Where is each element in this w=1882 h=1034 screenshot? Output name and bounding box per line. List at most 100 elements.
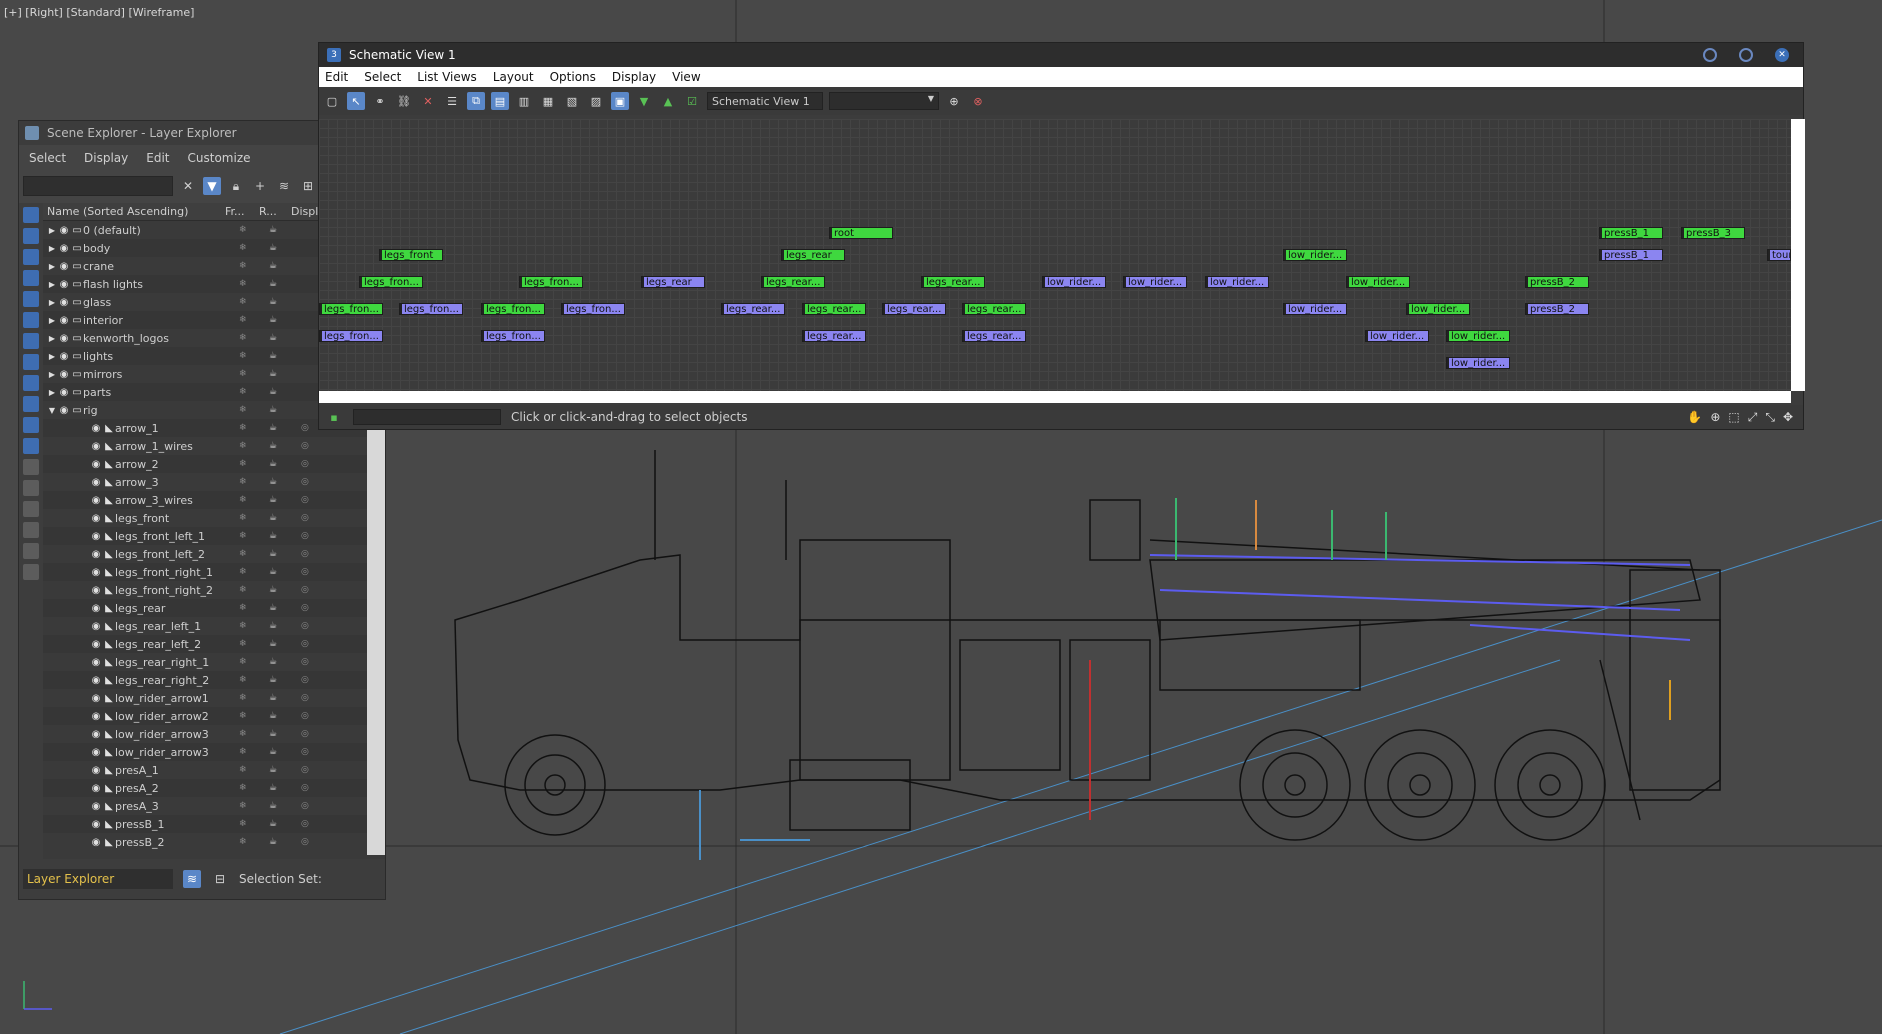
render-icon[interactable]: ☕ (269, 837, 277, 847)
render-icon[interactable]: ☕ (269, 765, 277, 775)
layer-row[interactable]: ◉ ◣ low_rider_arrow3 ❄ ☕ ◎ (43, 743, 385, 761)
pan-icon[interactable]: ✋ (1687, 410, 1702, 425)
render-icon[interactable]: ☕ (269, 801, 277, 811)
eye-icon[interactable]: ◉ (89, 459, 103, 470)
freeze-icon[interactable]: ❄ (239, 801, 247, 811)
expand-arrow-icon[interactable]: ▶ (47, 244, 57, 253)
schematic-node[interactable]: pressB_2 (1525, 276, 1589, 288)
freeze-icon[interactable]: ❄ (239, 675, 247, 685)
display-icon[interactable]: ◎ (301, 585, 309, 595)
layer-row[interactable]: ◉ ◣ arrow_3_wires ❄ ☕ ◎ (43, 491, 385, 509)
render-icon[interactable]: ☕ (269, 531, 277, 541)
eye-icon[interactable]: ◉ (57, 405, 71, 416)
freeze-icon[interactable]: ❄ (239, 333, 247, 343)
display-icon[interactable]: ◎ (301, 621, 309, 631)
sync-selection-icon[interactable]: ☑ (683, 92, 701, 110)
render-icon[interactable]: ☕ (269, 279, 277, 289)
eye-icon[interactable]: ◉ (89, 693, 103, 704)
display-icon[interactable]: ◎ (301, 801, 309, 811)
zoom-extents-icon[interactable]: ⤢ (1748, 410, 1758, 425)
render-icon[interactable]: ☕ (269, 459, 277, 469)
schematic-node[interactable]: low_rider... (1406, 303, 1470, 315)
freeze-icon[interactable]: ❄ (239, 297, 247, 307)
render-icon[interactable]: ☕ (269, 585, 277, 595)
render-icon[interactable]: ☕ (269, 783, 277, 793)
add-layer-icon[interactable]: + (251, 177, 269, 195)
freeze-icon[interactable]: ❄ (239, 477, 247, 487)
eye-icon[interactable]: ◉ (89, 567, 103, 578)
eye-icon[interactable]: ◉ (89, 711, 103, 722)
schematic-node[interactable]: legs_rear... (882, 303, 946, 315)
freeze-icon[interactable]: ❄ (239, 279, 247, 289)
freeze-icon[interactable]: ❄ (239, 819, 247, 829)
freeze-icon[interactable]: ❄ (239, 837, 247, 847)
expand-arrow-icon[interactable]: ▶ (47, 388, 57, 397)
schematic-node[interactable]: low_rider... (1283, 303, 1347, 315)
display-icon[interactable]: ◎ (301, 765, 309, 775)
eye-icon[interactable]: ◉ (89, 747, 103, 758)
freeze-icon[interactable]: ❄ (239, 495, 247, 505)
column-renderable[interactable]: R... (255, 205, 287, 218)
display-icon[interactable]: ◎ (301, 657, 309, 667)
menu-options[interactable]: Options (550, 70, 596, 84)
eye-icon[interactable]: ◉ (57, 351, 71, 362)
render-icon[interactable]: ☕ (269, 819, 277, 829)
cameras-filter-icon[interactable] (23, 270, 39, 286)
menu-list-views[interactable]: List Views (417, 70, 477, 84)
layer-row[interactable]: ◉ ◣ low_rider_arrow3 ❄ ☕ ◎ (43, 725, 385, 743)
freeze-icon[interactable]: ❄ (239, 315, 247, 325)
menu-select[interactable]: Select (364, 70, 401, 84)
eye-icon[interactable]: ◉ (57, 387, 71, 398)
zoom-region-icon[interactable]: ⬚ (1728, 410, 1739, 425)
display-icon[interactable]: ◎ (301, 729, 309, 739)
close-icon[interactable]: ✕ (1775, 48, 1789, 62)
display-icon[interactable]: ◎ (301, 531, 309, 541)
layer-row[interactable]: ◉ ◣ presA_1 ❄ ☕ ◎ (43, 761, 385, 779)
layer-row[interactable]: ◉ ◣ presA_3 ❄ ☕ ◎ (43, 797, 385, 815)
render-icon[interactable]: ☕ (269, 477, 277, 487)
eye-icon[interactable]: ◉ (89, 837, 103, 848)
render-icon[interactable]: ☕ (269, 693, 277, 703)
eye-icon[interactable]: ◉ (89, 621, 103, 632)
eye-icon[interactable]: ◉ (89, 729, 103, 740)
render-icon[interactable]: ☕ (269, 441, 277, 451)
vertical-scrollbar[interactable] (1791, 119, 1805, 391)
eye-icon[interactable]: ◉ (89, 441, 103, 452)
schematic-node[interactable]: legs_rear... (962, 303, 1026, 315)
schematic-node[interactable]: low_rider... (1365, 330, 1429, 342)
render-icon[interactable]: ☕ (269, 315, 277, 325)
render-icon[interactable]: ☕ (269, 621, 277, 631)
schematic-node[interactable]: pressB_1 (1599, 227, 1663, 239)
expand-arrow-icon[interactable]: ▶ (47, 352, 57, 361)
render-icon[interactable]: ☕ (269, 405, 277, 415)
move-children-icon[interactable]: ▼ (635, 92, 653, 110)
layer-row[interactable]: ◉ ◣ legs_rear_right_1 ❄ ☕ ◎ (43, 653, 385, 671)
layer-row[interactable]: ◉ ◣ legs_front_right_2 ❄ ☕ ◎ (43, 581, 385, 599)
schematic-node[interactable]: legs_fron... (561, 303, 625, 315)
schematic-node[interactable]: legs_rear (781, 249, 845, 261)
render-icon[interactable]: ☕ (269, 549, 277, 559)
schematic-node[interactable]: legs_rear... (921, 276, 985, 288)
layer-row[interactable]: ◉ ◣ legs_front_right_1 ❄ ☕ ◎ (43, 563, 385, 581)
schematic-node[interactable]: low_rider... (1346, 276, 1410, 288)
layer-row[interactable]: ◉ ◣ presA_2 ❄ ☕ ◎ (43, 779, 385, 797)
layer-row[interactable]: ◉ ◣ legs_rear ❄ ☕ ◎ (43, 599, 385, 617)
delete-icon[interactable]: ✕ (419, 92, 437, 110)
references-mode-icon[interactable]: ⧉ (467, 92, 485, 110)
render-icon[interactable]: ☕ (269, 513, 277, 523)
display-icon[interactable]: ◎ (301, 837, 309, 847)
schematic-views-dropdown[interactable]: ▼ (829, 92, 939, 110)
display-floater-icon[interactable]: ▢ (323, 92, 341, 110)
display-icon[interactable]: ◎ (301, 819, 309, 829)
layer-row[interactable]: ◉ ◣ arrow_3 ❄ ☕ ◎ (43, 473, 385, 491)
schematic-node[interactable]: legs_rear... (802, 303, 866, 315)
connect-icon[interactable]: ⚭ (371, 92, 389, 110)
eye-icon[interactable]: ◉ (57, 225, 71, 236)
render-icon[interactable]: ☕ (269, 225, 277, 235)
freeze-icon[interactable]: ❄ (239, 531, 247, 541)
render-icon[interactable]: ☕ (269, 711, 277, 721)
horizontal-scrollbar[interactable] (319, 391, 1791, 403)
render-icon[interactable]: ☕ (269, 333, 277, 343)
schematic-node[interactable]: legs_rear... (962, 330, 1026, 342)
freeze-icon[interactable]: ❄ (239, 765, 247, 775)
